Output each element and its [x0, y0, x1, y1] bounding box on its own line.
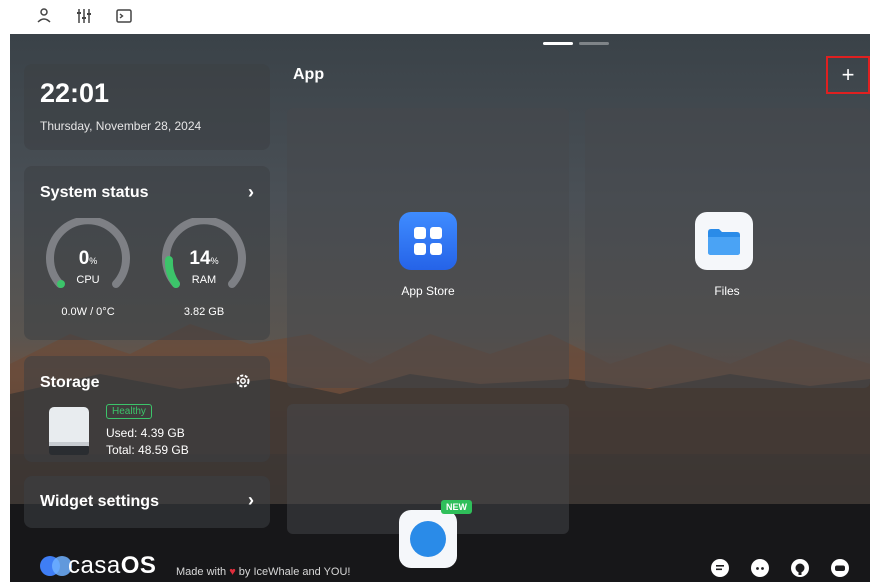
- chevron-right-icon[interactable]: ›: [248, 490, 254, 511]
- ram-value: 14%: [189, 248, 219, 269]
- cpu-gauge: 0% CPU: [46, 216, 130, 302]
- app-tile-files[interactable]: Files: [585, 108, 870, 388]
- clock-widget: 22:01 Thursday, November 28, 2024: [24, 64, 270, 150]
- drive-icon: [49, 407, 89, 455]
- storage-widget[interactable]: Storage Healthy Used: 4.39 GB Total: 48.…: [24, 356, 270, 462]
- app-tile[interactable]: NEW: [287, 404, 569, 568]
- files-icon: [695, 212, 753, 270]
- sliders-icon[interactable]: [74, 6, 94, 26]
- system-status-widget[interactable]: System status › 0% CPU 0.0W / 0°C 14% RA…: [24, 166, 270, 340]
- clock-date: Thursday, November 28, 2024: [40, 119, 202, 133]
- apps-section-title: App: [293, 66, 325, 83]
- ram-gauge: 14% RAM: [162, 216, 246, 302]
- discord-icon[interactable]: [750, 558, 770, 578]
- page-indicator[interactable]: [579, 42, 609, 45]
- storage-used: Used: 4.39 GB: [106, 426, 185, 440]
- new-badge: NEW: [441, 500, 472, 514]
- terminal-icon[interactable]: [114, 6, 134, 26]
- app-store-icon: [399, 212, 457, 270]
- ram-detail: 3.82 GB: [183, 306, 225, 318]
- storage-total: Total: 48.59 GB: [106, 443, 189, 457]
- widget-settings-label: Widget settings: [40, 493, 159, 510]
- app-icon: [399, 510, 457, 568]
- app-label: Files: [714, 284, 740, 298]
- user-icon[interactable]: [34, 6, 54, 26]
- chevron-right-icon[interactable]: ›: [248, 182, 254, 203]
- desktop: 22:01 Thursday, November 28, 2024 System…: [10, 34, 870, 582]
- forum-icon[interactable]: [710, 558, 730, 578]
- page-indicator-active[interactable]: [543, 42, 573, 45]
- casaos-logo-text: casaOS: [68, 552, 157, 579]
- status-badge: Healthy: [106, 404, 152, 419]
- made-with-text[interactable]: Made with ♥ by IceWhale and YOU!: [176, 566, 350, 578]
- gear-icon[interactable]: [234, 372, 252, 390]
- cpu-detail: 0.0W / 0°C: [61, 306, 115, 318]
- add-app-button[interactable]: +: [826, 56, 870, 94]
- ram-label: RAM: [191, 274, 217, 286]
- app-label: App Store: [401, 284, 455, 298]
- top-toolbar: [0, 0, 870, 34]
- app-tile-app-store[interactable]: App Store: [287, 108, 569, 388]
- system-status-title: System status: [40, 184, 149, 201]
- chat-icon[interactable]: [830, 558, 850, 578]
- storage-title: Storage: [40, 374, 100, 391]
- widget-settings-button[interactable]: Widget settings ›: [24, 476, 270, 528]
- clock-time: 22:01: [40, 78, 110, 108]
- github-icon[interactable]: [790, 558, 810, 578]
- cpu-value: 0%: [78, 248, 98, 269]
- cpu-label: CPU: [76, 274, 100, 286]
